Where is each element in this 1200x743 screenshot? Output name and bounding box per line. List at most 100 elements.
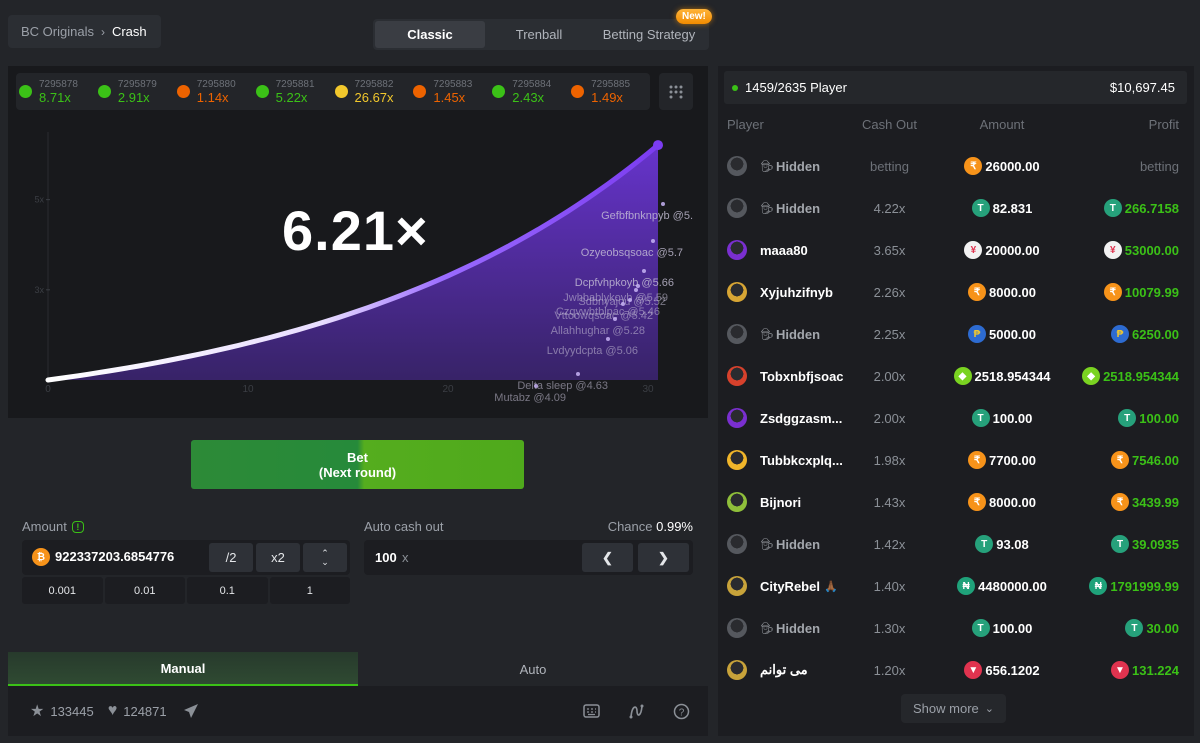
player-name[interactable]: Tobxnbfjsoac	[760, 369, 844, 384]
cashout-marker-dot	[621, 302, 625, 306]
tab-auto[interactable]: Auto	[358, 652, 708, 686]
result-dot-icon	[19, 85, 32, 98]
player-name[interactable]: مى توانم	[760, 662, 808, 678]
round-id: 7295885	[591, 78, 631, 90]
result-dot-icon	[97, 85, 111, 98]
quick-amount-button[interactable]: 0.01	[104, 577, 185, 604]
history-item[interactable]: 7295878 8.71x	[19, 79, 98, 105]
history-item[interactable]: 7295885 1.49x	[571, 79, 650, 105]
tab-classic[interactable]: Classic	[375, 21, 485, 48]
player-row[interactable]: Tobxnbfjsoac 2.00x ◆ 2518.954344 ◆ 2518.95…	[727, 355, 1179, 397]
round-multiplier: 1.49x	[591, 89, 623, 105]
show-more-button[interactable]: Show more ⌄	[901, 694, 1006, 723]
trend-icon[interactable]	[628, 703, 645, 720]
auto-cashout-input[interactable]: 100	[375, 550, 397, 565]
cashout-marker-label: Ozyeobsqsoac @5.7	[581, 247, 683, 259]
help-icon[interactable]: ?	[673, 703, 690, 720]
players-summary: 1459/2635 Player $10,697.45	[724, 71, 1187, 104]
share-icon[interactable]	[183, 703, 199, 719]
half-amount-button[interactable]: /2	[209, 543, 253, 572]
col-amount: Amount	[979, 117, 1025, 132]
avatar[interactable]	[727, 618, 747, 638]
quick-amount-button[interactable]: 0.001	[22, 577, 103, 604]
amount-label: Amount	[22, 519, 67, 534]
player-name[interactable]: Hidden	[776, 159, 820, 174]
player-row[interactable]: 🕵︎ Hidden 1.42x T 93.08 T 39.0935	[727, 523, 1179, 565]
avatar[interactable]	[727, 450, 747, 470]
player-name[interactable]: Hidden	[776, 621, 820, 636]
amount-input[interactable]: 922337203.6854776	[55, 549, 174, 564]
player-name[interactable]: Tubbkcxplq...	[760, 453, 843, 468]
avatar[interactable]	[727, 492, 747, 512]
avatar[interactable]	[727, 408, 747, 428]
player-name[interactable]: Xyjuhzifnyb	[760, 285, 833, 300]
amount-input-group: ₿ 922337203.6854776 /2 x2 ⌃ ⌄	[22, 540, 350, 575]
history-item[interactable]: 7295883 1.45x	[413, 79, 492, 105]
heart-icon[interactable]: ♥	[108, 702, 118, 720]
history-grid-button[interactable]	[659, 73, 693, 110]
quick-amount-button[interactable]: 1	[269, 577, 350, 604]
avatar[interactable]	[727, 282, 747, 302]
incognito-icon: 🕵︎	[760, 622, 774, 635]
php-coin-icon: ₱	[968, 325, 986, 343]
player-row[interactable]: 🕵︎ Hidden 1.30x T 100.00 T 30.00	[727, 607, 1179, 649]
emoji: 🙏🏾	[823, 580, 838, 593]
avatar[interactable]	[727, 576, 747, 596]
profit-value: 7546.00	[1132, 452, 1179, 468]
avatar[interactable]	[727, 156, 747, 176]
bet-sublabel: (Next round)	[318, 464, 397, 480]
player-row[interactable]: مى توانم 1.20x ▼ 656.1202 ▼ 131.224	[727, 649, 1179, 691]
player-name[interactable]: Hidden	[776, 201, 820, 216]
player-row[interactable]: maaa80 3.65x ¥20000.00 ¥53000.00	[727, 229, 1179, 271]
cashout-marker-dot	[642, 269, 646, 273]
cashout-marker-label: Mutabz @4.09	[494, 392, 566, 404]
bet-button[interactable]: Bet (Next round)	[191, 440, 524, 489]
info-icon[interactable]: !	[71, 520, 84, 533]
cashout-marker-label: Delta sleep @4.63	[517, 380, 608, 392]
quick-amount-button[interactable]: 0.1	[187, 577, 268, 604]
history-item[interactable]: 7295880 1.14x	[176, 79, 256, 105]
history-item[interactable]: 7295882 26.67x	[334, 79, 414, 105]
player-row[interactable]: Tubbkcxplq... 1.98x ₹7700.00 ₹7546.00	[727, 439, 1179, 481]
tab-betting-strategy[interactable]: Betting Strategy	[593, 21, 705, 48]
player-row[interactable]: 🕵︎ Hidden 4.22x T 82.831 T 266.7158	[727, 187, 1179, 229]
inr-coin-icon: ₹	[1103, 283, 1122, 301]
players-total: $10,697.45	[1109, 80, 1175, 95]
player-name[interactable]: Hidden	[776, 537, 820, 552]
avatar[interactable]	[727, 366, 747, 386]
double-amount-button[interactable]: x2	[256, 543, 300, 572]
player-row[interactable]: 🕵︎ Hidden betting ₹26000.00 betting	[727, 145, 1179, 187]
avatar[interactable]	[727, 198, 747, 218]
history-item[interactable]: 7295881 5.22x	[255, 79, 335, 105]
avatar[interactable]	[727, 324, 747, 344]
player-row[interactable]: Xyjuhzifnyb 2.26x ₹8000.00 ₹10079.99	[727, 271, 1179, 313]
player-row[interactable]: CityRebel 🙏🏾 1.40x ₦ 4480000.00 ₦ 1791999.…	[727, 565, 1179, 607]
history-item[interactable]: 7295884 2.43x	[492, 79, 571, 105]
player-name[interactable]: Hidden	[776, 327, 820, 342]
usdt-coin-icon: T	[1103, 199, 1122, 217]
tab-manual[interactable]: Manual	[8, 652, 358, 686]
decrease-cashout-button[interactable]: ❮	[582, 543, 633, 572]
tab-trenball[interactable]: Trenball	[485, 21, 593, 48]
history-item[interactable]: 7295879 2.91x	[97, 79, 177, 105]
keyboard-icon[interactable]	[583, 704, 600, 718]
amount-stepper-button[interactable]: ⌃ ⌄	[303, 543, 347, 572]
crash-chart: 3x 5x 0 10 20 30 Gefbfbnknpyb @5. Ozyeobsqsoac…	[34, 132, 693, 404]
player-name[interactable]: maaa80	[760, 243, 808, 258]
avatar[interactable]	[727, 660, 747, 680]
bcd-coin-icon: ◆	[953, 367, 972, 385]
avatar[interactable]	[727, 240, 747, 260]
cashout-value: 1.98x	[873, 452, 906, 468]
star-icon[interactable]: ★	[30, 701, 44, 721]
player-row[interactable]: Zsdggzasm... 2.00x T 100.00 T 100.00	[727, 397, 1179, 439]
increase-cashout-button[interactable]: ❯	[638, 543, 689, 572]
player-name[interactable]: Zsdggzasm...	[760, 411, 842, 426]
player-name[interactable]: Bijnori	[760, 495, 801, 510]
player-row[interactable]: Bijnori 1.43x ₹8000.00 ₹3439.99	[727, 481, 1179, 523]
jpy-coin-icon: ¥	[964, 241, 983, 259]
avatar[interactable]	[727, 534, 747, 554]
cashout-value: 2.00x	[873, 368, 906, 384]
player-row[interactable]: 🕵︎ Hidden 2.25x ₱ 5000.00 ₱ 6250.00	[727, 313, 1179, 355]
breadcrumb-root[interactable]: BC Originals	[21, 24, 94, 39]
player-name[interactable]: CityRebel	[760, 579, 820, 594]
